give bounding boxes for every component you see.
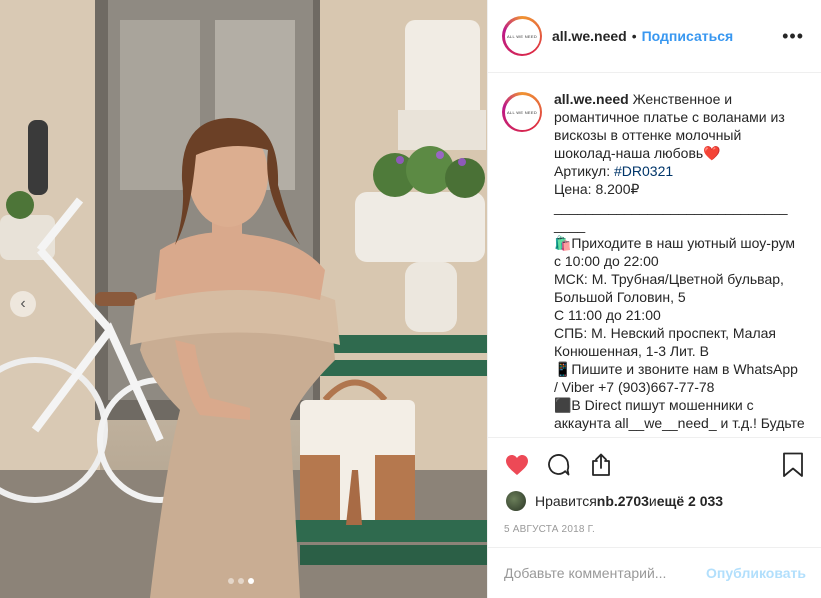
post-header: ALL WE NEED all.we.need • Подписаться ••… <box>488 0 821 73</box>
caption-line: Цена: 8.200₽ <box>554 181 640 197</box>
carousel-dot <box>238 578 244 584</box>
caption-line: С 11:00 до 21:00 <box>554 307 661 323</box>
chevron-left-icon: ‹ <box>20 295 26 312</box>
caption-line: ⬛В Direct пишут мошенники с <box>554 397 754 413</box>
action-icons <box>504 452 614 478</box>
post-photo[interactable]: ‹ <box>0 0 487 598</box>
caption-line: Конюшенная, 1-3 Лит. В <box>554 343 709 359</box>
caption-line: МСК: М. Трубная/Цветной бульвар, <box>554 271 784 287</box>
likes-summary: Нравится nb.2703 и ещё 2 033 <box>506 491 723 511</box>
caption-line: 📱Пишите и звоните нам в WhatsApp <box>554 361 798 377</box>
caption-line-text: Женственное и <box>632 91 733 107</box>
carousel-dot-active <box>248 578 254 584</box>
comment-icon[interactable] <box>546 452 572 478</box>
caption-avatar[interactable]: ALL WE NEED <box>502 92 542 132</box>
caption-text: all.we.need Женственное и романтичное пл… <box>554 90 806 432</box>
follow-button[interactable]: Подписаться <box>642 28 734 44</box>
caption-line: 🛍️Приходите в наш уютный шоу-рум <box>554 235 796 251</box>
caption-line: ______________________________ <box>554 199 788 215</box>
likes-others-link[interactable]: ещё 2 033 <box>657 493 723 509</box>
caption-line: вискозы в оттенке молочный <box>554 127 742 143</box>
caption-line: ____ <box>554 217 586 233</box>
caption-line: с 10:00 до 22:00 <box>554 253 659 269</box>
avatar-inner: ALL WE NEED <box>504 18 540 54</box>
bookmark-icon[interactable] <box>782 452 806 478</box>
carousel-prev-button[interactable]: ‹ <box>10 291 36 317</box>
liker-avatar[interactable] <box>506 491 526 511</box>
caption-scroll-area[interactable]: ALL WE NEED all.we.need Женственное и ро… <box>488 74 821 437</box>
hashtag-link[interactable]: #DR0321 <box>614 163 673 179</box>
caption-line: шоколад-наша любовь❤️ <box>554 145 721 161</box>
more-options-icon[interactable]: ••• <box>782 26 804 47</box>
heart-filled-icon[interactable] <box>504 452 530 478</box>
comment-input[interactable] <box>504 565 707 581</box>
caption-line: / Viber +7 (903)667-77-78 <box>554 379 715 395</box>
post-panel: ALL WE NEED all.we.need • Подписаться ••… <box>487 0 821 598</box>
header-username[interactable]: all.we.need <box>552 28 627 44</box>
post-comment-button[interactable]: Опубликовать <box>706 565 806 581</box>
avatar-logo-text: ALL WE NEED <box>506 109 538 115</box>
caption-line: аккаунта all__we__need_ и т.д.! Будьте <box>554 415 805 431</box>
comment-bar: Опубликовать <box>488 547 821 598</box>
avatar-inner: ALL WE NEED <box>504 94 540 130</box>
likes-prefix: Нравится <box>535 493 597 509</box>
caption-line: all.we.need Женственное и <box>554 90 806 108</box>
share-icon[interactable] <box>588 452 614 478</box>
photo-illustration <box>0 0 487 598</box>
caption-line: Артикул: #DR0321 <box>554 162 806 180</box>
carousel-indicator <box>228 578 254 584</box>
caption-line-text: Артикул: <box>554 163 614 179</box>
caption-line: Большой Головин, 5 <box>554 289 686 305</box>
avatar-logo-text: ALL WE NEED <box>506 33 538 39</box>
caption-line: СПБ: М. Невский проспект, Малая <box>554 325 776 341</box>
likes-and: и <box>648 493 657 509</box>
liker-username[interactable]: nb.2703 <box>597 493 649 509</box>
carousel-dot <box>228 578 234 584</box>
separator-dot: • <box>631 28 637 44</box>
avatar[interactable]: ALL WE NEED <box>502 16 542 56</box>
caption: ALL WE NEED all.we.need Женственное и ро… <box>502 90 806 432</box>
post-date[interactable]: 5 августа 2018 г. <box>504 524 595 535</box>
caption-username[interactable]: all.we.need <box>554 91 629 107</box>
caption-line: романтичное платье с воланами из <box>554 109 785 125</box>
